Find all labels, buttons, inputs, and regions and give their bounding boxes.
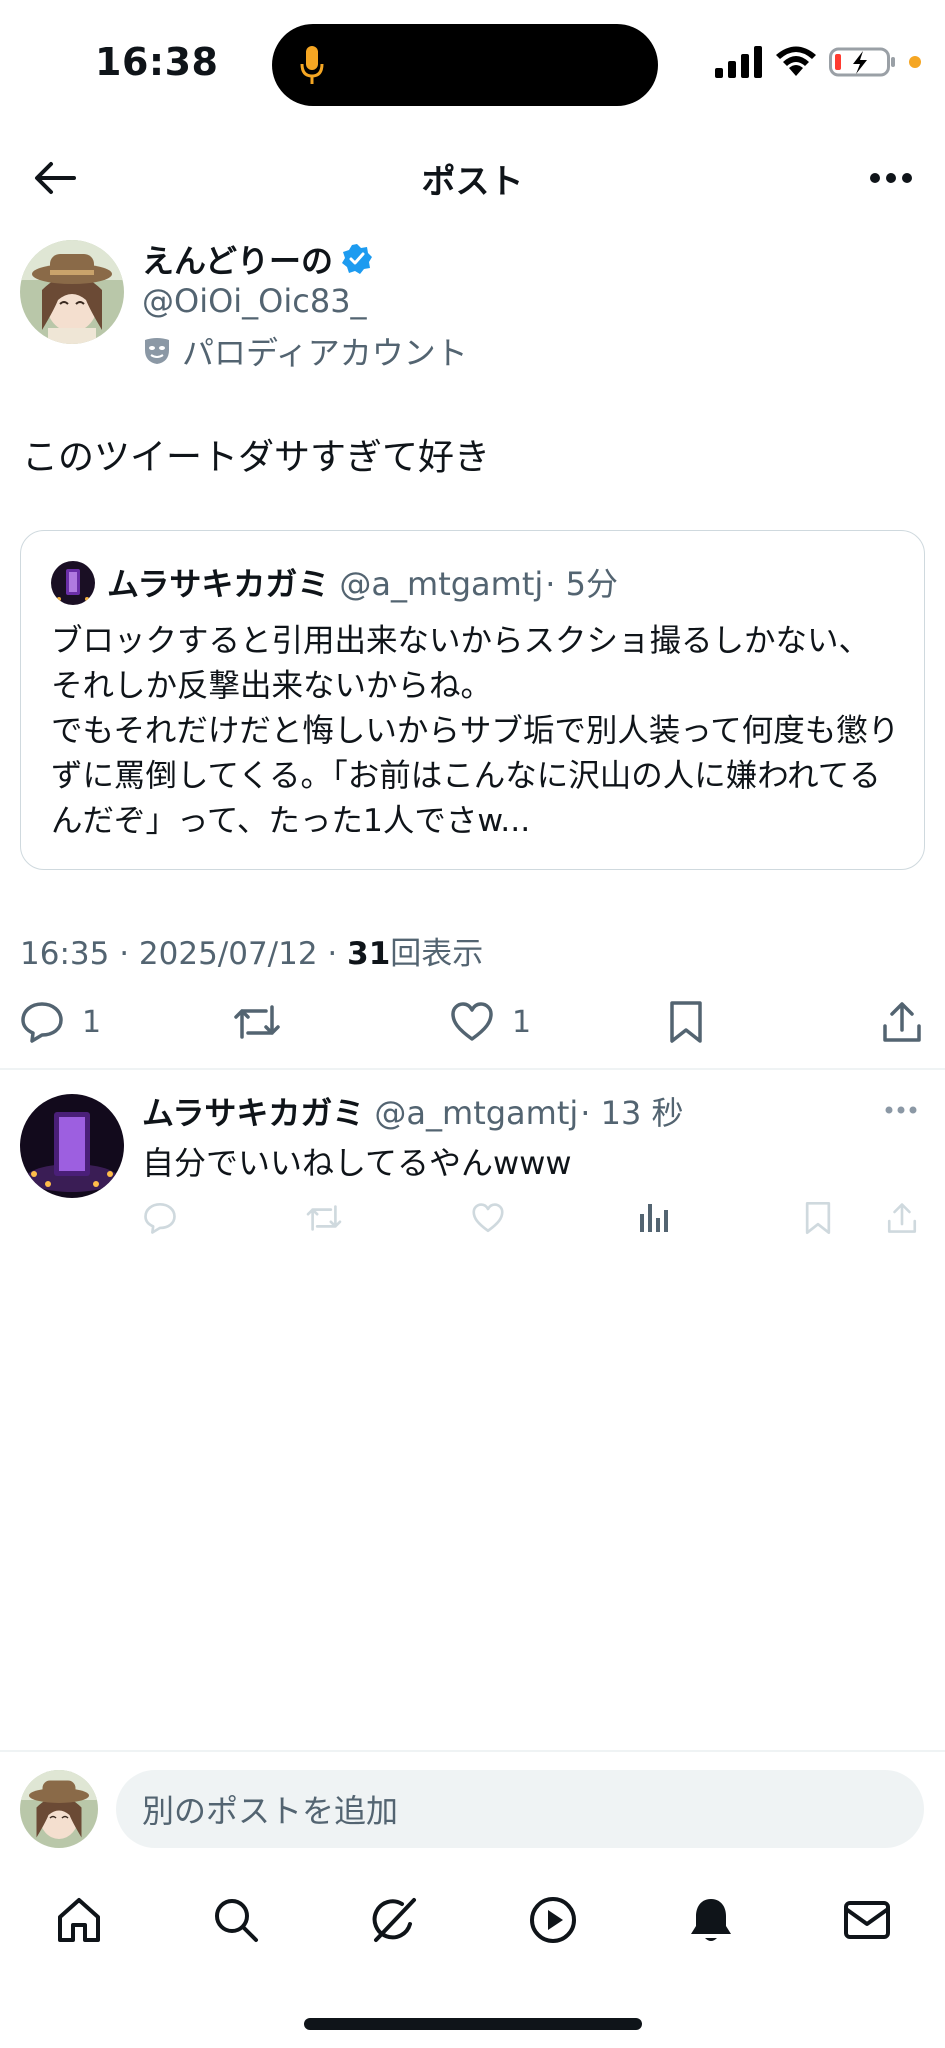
quoted-author-avatar <box>51 561 95 605</box>
reply-header: ムラサキカガミ @a_mtgamtj · 13 秒 <box>142 1088 684 1134</box>
reply-author-avatar[interactable] <box>20 1094 124 1198</box>
reply-bubble-icon <box>21 1002 63 1043</box>
divider <box>0 1068 945 1070</box>
quoted-post-text: ブロックすると引用出来ないからスクショ撮るしかない、それしか反撃出来ないからね。… <box>51 623 900 839</box>
bell-icon <box>691 1899 731 1941</box>
quoted-author-name: ムラサキカガミ <box>107 565 330 603</box>
repost-button[interactable] <box>232 998 282 1046</box>
analytics-bars-icon <box>640 1204 668 1232</box>
author-avatar[interactable] <box>20 240 124 344</box>
dynamic-island <box>272 24 658 106</box>
author-name-row: えんどりーの <box>142 236 373 282</box>
post-text: このツイートダサすぎて好き <box>22 437 491 478</box>
parody-label-row: パロディアカウント <box>142 328 468 374</box>
parody-account-label: パロディアカウント <box>182 334 468 372</box>
heart-icon <box>451 1002 493 1041</box>
tab-video[interactable] <box>523 1890 583 1950</box>
status-icons <box>715 42 921 82</box>
reply-share-button[interactable] <box>880 1196 924 1240</box>
bookmark-icon <box>670 1001 702 1043</box>
tab-grok[interactable] <box>364 1890 424 1950</box>
post-detail-screen: 16:38 ポスト えんどりーの @OiOi_Oic83_ パロディアカウント … <box>0 0 945 2048</box>
mail-icon <box>844 1901 890 1939</box>
share-upload-icon <box>883 1002 921 1042</box>
share-button[interactable] <box>882 998 922 1046</box>
quoted-post-header: ムラサキカガミ @a_mtgamtj · 5分 <box>107 559 618 605</box>
quoted-author-handle: @a_mtgamtj <box>339 565 544 603</box>
grok-icon <box>372 1898 416 1942</box>
signal-icon <box>715 46 762 78</box>
status-time: 16:38 <box>95 40 219 84</box>
wifi-icon <box>776 46 816 76</box>
quoted-post-card[interactable]: ムラサキカガミ @a_mtgamtj · 5分 ブロックすると引用出来ないからス… <box>20 530 925 870</box>
repost-icon <box>306 1205 342 1231</box>
views-label[interactable]: 回表示 <box>390 936 483 972</box>
reply-count: 1 <box>82 1004 102 1040</box>
reply-reply-button[interactable] <box>138 1196 182 1240</box>
reply-button[interactable]: 1 <box>20 998 101 1046</box>
bookmark-icon <box>805 1201 831 1235</box>
quoted-post-time: · 5分 <box>545 565 618 603</box>
author-name[interactable]: えんどりーの <box>142 236 333 282</box>
reply-author-name[interactable]: ムラサキカガミ <box>142 1088 364 1134</box>
reply-more-button[interactable] <box>881 1096 921 1124</box>
parody-mask-icon <box>145 338 169 364</box>
reply-analytics-button[interactable] <box>632 1196 676 1240</box>
reply-bookmark-button[interactable] <box>796 1196 840 1240</box>
reply-author-handle[interactable]: @a_mtgamtj <box>374 1094 578 1132</box>
tab-search[interactable] <box>206 1890 266 1950</box>
post-meta: 16:35 · 2025/07/12 · 31回表示 <box>20 928 483 973</box>
more-options-button[interactable] <box>867 160 915 196</box>
like-count: 1 <box>512 1004 532 1040</box>
home-icon <box>58 1898 100 1942</box>
reply-time: · 13 秒 <box>580 1094 684 1132</box>
post-timestamp: 16:35 · 2025/07/12 · <box>20 936 348 972</box>
tab-messages[interactable] <box>837 1890 897 1950</box>
tab-home[interactable] <box>49 1890 109 1950</box>
page-title: ポスト <box>421 162 524 202</box>
add-post-input[interactable]: 別のポストを追加 <box>116 1770 924 1848</box>
reply-text: 自分でいいねしてるやんwww <box>142 1144 572 1182</box>
reply-bubble-icon <box>144 1202 176 1234</box>
play-circle-icon <box>530 1897 576 1943</box>
tab-notifications[interactable] <box>681 1890 741 1950</box>
views-count[interactable]: 31 <box>347 936 390 972</box>
reply-repost-button[interactable] <box>302 1196 346 1240</box>
add-post-placeholder: 別のポストを追加 <box>142 1792 399 1830</box>
privacy-indicator-dot <box>909 56 921 68</box>
more-horizontal-icon <box>870 173 912 183</box>
verified-badge-icon[interactable] <box>341 243 373 275</box>
bookmark-button[interactable] <box>668 998 704 1046</box>
battery-charging-icon <box>829 47 895 77</box>
heart-icon <box>472 1203 504 1233</box>
avatar-illustration <box>20 1770 98 1848</box>
more-horizontal-icon <box>885 1106 917 1114</box>
share-upload-icon <box>887 1203 917 1233</box>
current-user-avatar[interactable] <box>20 1770 98 1848</box>
microphone-icon <box>300 46 324 84</box>
avatar-illustration <box>20 1094 124 1198</box>
avatar-illustration <box>20 240 124 344</box>
search-icon <box>215 1899 258 1942</box>
divider <box>0 1750 945 1752</box>
author-handle[interactable]: @OiOi_Oic83_ <box>142 282 367 320</box>
repost-icon <box>234 1005 280 1039</box>
like-button[interactable]: 1 <box>450 998 531 1046</box>
home-indicator[interactable] <box>304 2018 642 2030</box>
reply-like-button[interactable] <box>466 1196 510 1240</box>
